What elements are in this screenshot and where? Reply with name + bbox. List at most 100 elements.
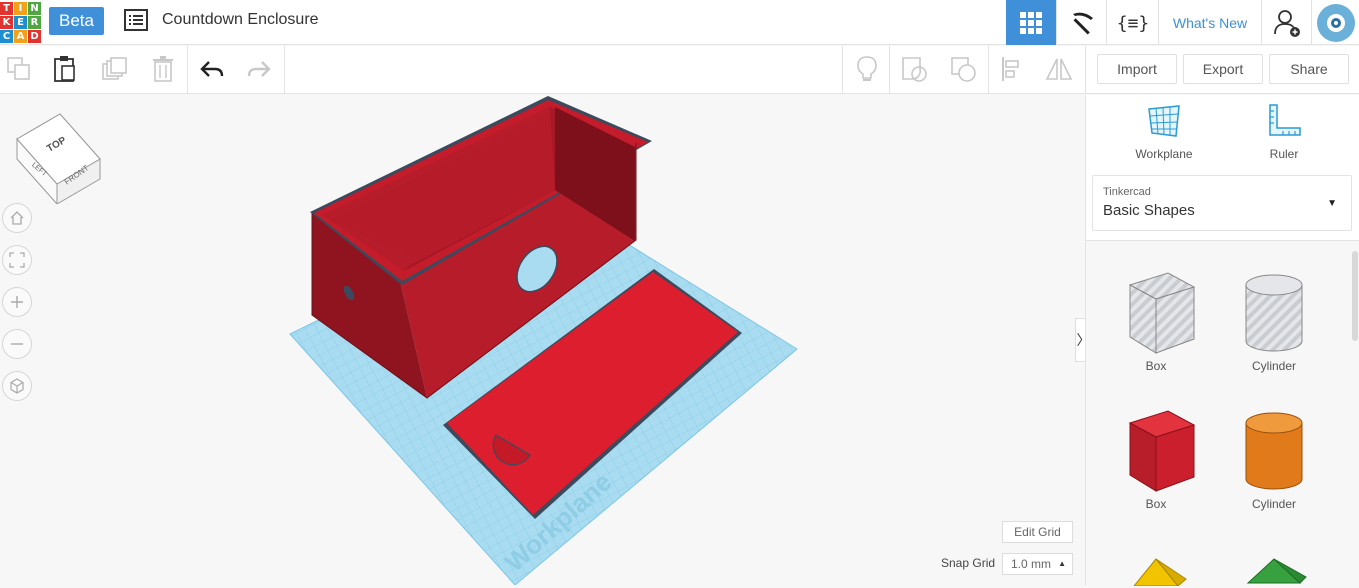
snap-grid-label: Snap Grid bbox=[941, 556, 996, 570]
logo-letter: A bbox=[14, 30, 27, 43]
delete-button[interactable] bbox=[148, 54, 178, 84]
pickaxe-icon bbox=[1072, 12, 1093, 34]
home-view-button[interactable] bbox=[2, 203, 32, 233]
user-avatar[interactable] bbox=[1311, 0, 1359, 45]
duplicate-button[interactable] bbox=[100, 54, 130, 84]
grid-icon bbox=[1020, 11, 1042, 34]
align-icon bbox=[1002, 57, 1019, 81]
scene-canvas[interactable]: Workplane bbox=[0, 95, 1085, 585]
share-button[interactable]: Share bbox=[1269, 54, 1349, 84]
logo-letter: K bbox=[0, 16, 13, 29]
group-button[interactable] bbox=[899, 54, 929, 84]
toolbar-divider bbox=[187, 46, 188, 94]
cube-perspective-icon bbox=[10, 378, 24, 394]
shape-cylinder-solid[interactable]: Cylinder bbox=[1224, 405, 1324, 511]
logo-letter: N bbox=[28, 2, 41, 15]
3d-view-button[interactable] bbox=[1006, 0, 1056, 45]
toolbar-divider bbox=[1085, 46, 1086, 94]
export-button[interactable]: Export bbox=[1183, 54, 1263, 84]
top-bar: T I N K E R C A D Beta Countdown Enclosu… bbox=[0, 0, 1359, 45]
ungroup-icon bbox=[951, 57, 976, 82]
group-icon bbox=[902, 57, 927, 82]
shape-roof[interactable] bbox=[1106, 541, 1206, 588]
code-blocks-button[interactable]: {≡} bbox=[1106, 0, 1158, 45]
view-cube[interactable]: TOP LEFT FRONT bbox=[12, 109, 107, 204]
shape-library-dropdown[interactable]: Tinkercad Basic Shapes ▼ bbox=[1092, 175, 1352, 231]
logo-letter: C bbox=[0, 30, 13, 43]
orange-cylinder-icon bbox=[1245, 412, 1303, 490]
avatar bbox=[1316, 3, 1355, 42]
edit-toolbar: Import Export Share bbox=[0, 46, 1359, 94]
ruler-label: Ruler bbox=[1269, 147, 1299, 161]
home-icon bbox=[10, 211, 24, 225]
undo-arrow-icon bbox=[200, 61, 224, 77]
red-box-icon bbox=[1128, 410, 1196, 492]
shape-label: Box bbox=[1145, 497, 1167, 511]
box-hole-icon bbox=[1128, 272, 1196, 354]
beta-badge[interactable]: Beta bbox=[49, 7, 104, 35]
logo-letter: I bbox=[14, 2, 27, 15]
duplicate-icon bbox=[102, 57, 127, 80]
workplane-label: Workplane bbox=[1135, 147, 1193, 161]
shape-label: Cylinder bbox=[1251, 497, 1296, 511]
zoom-out-button[interactable] bbox=[2, 329, 32, 359]
copy-button[interactable] bbox=[4, 54, 34, 84]
shapes-grid: Box Cylinder Box Cylinder bbox=[1086, 240, 1359, 588]
invite-user-button[interactable] bbox=[1261, 0, 1311, 45]
add-user-icon bbox=[1273, 9, 1300, 37]
library-source: Tinkercad bbox=[1103, 186, 1151, 198]
panel-scrollbar[interactable] bbox=[1352, 251, 1358, 341]
whats-new-link[interactable]: What's New bbox=[1158, 0, 1261, 45]
ruler-icon bbox=[1269, 104, 1301, 136]
plus-icon bbox=[11, 296, 23, 308]
cylinder-hole-icon bbox=[1245, 274, 1303, 352]
undo-button[interactable] bbox=[197, 54, 227, 84]
redo-arrow-icon bbox=[247, 61, 271, 77]
perspective-button[interactable] bbox=[2, 371, 32, 401]
copy-icon bbox=[7, 57, 30, 80]
lightbulb-icon bbox=[857, 56, 877, 81]
logo-letter: T bbox=[0, 2, 13, 15]
library-name: Basic Shapes bbox=[1103, 202, 1195, 219]
align-button[interactable] bbox=[997, 54, 1027, 84]
fit-view-button[interactable] bbox=[2, 245, 32, 275]
mirror-icon bbox=[1045, 58, 1073, 80]
ruler-tool[interactable]: Ruler bbox=[1234, 103, 1334, 161]
shape-box-solid[interactable]: Box bbox=[1106, 405, 1206, 511]
minus-icon bbox=[11, 343, 23, 345]
show-all-button[interactable] bbox=[852, 54, 882, 84]
logo-letter: E bbox=[14, 16, 27, 29]
zoom-in-button[interactable] bbox=[2, 287, 32, 317]
toolbar-divider bbox=[988, 46, 989, 94]
toolbar-divider bbox=[889, 46, 890, 94]
caret-up-icon: ▲ bbox=[1058, 559, 1066, 568]
design-title[interactable]: Countdown Enclosure bbox=[162, 11, 319, 29]
logo-letter: D bbox=[28, 30, 41, 43]
code-braces-icon: {≡} bbox=[1118, 13, 1148, 34]
3d-viewport[interactable]: Workplane TOP LEFT FRONT Edit Grid Snap … bbox=[0, 95, 1085, 585]
design-list-icon[interactable] bbox=[124, 9, 148, 31]
import-button[interactable]: Import bbox=[1097, 54, 1177, 84]
logo-letter: R bbox=[28, 16, 41, 29]
paste-button[interactable] bbox=[50, 54, 80, 84]
blocks-view-button[interactable] bbox=[1056, 0, 1106, 45]
shape-pyramid[interactable] bbox=[1224, 541, 1324, 588]
mirror-button[interactable] bbox=[1044, 54, 1074, 84]
trash-icon bbox=[153, 56, 173, 82]
shape-label: Box bbox=[1145, 359, 1167, 373]
robot-avatar-icon bbox=[1326, 13, 1345, 32]
workplane-icon bbox=[1148, 105, 1180, 137]
ungroup-button[interactable] bbox=[948, 54, 978, 84]
edit-grid-button[interactable]: Edit Grid bbox=[1002, 521, 1073, 543]
caret-down-icon: ▼ bbox=[1327, 198, 1337, 209]
svg-text:{≡}: {≡} bbox=[1118, 13, 1148, 34]
shapes-panel: Workplane Ruler Tinkercad Basic Shapes ▼… bbox=[1085, 95, 1359, 588]
shape-box-hole[interactable]: Box bbox=[1106, 267, 1206, 373]
shape-cylinder-hole[interactable]: Cylinder bbox=[1224, 267, 1324, 373]
toolbar-divider bbox=[842, 46, 843, 94]
green-pyramid-icon bbox=[1246, 558, 1307, 584]
redo-button[interactable] bbox=[244, 54, 274, 84]
snap-grid-select[interactable]: 1.0 mm ▲ bbox=[1002, 553, 1073, 575]
workplane-tool[interactable]: Workplane bbox=[1114, 103, 1214, 161]
tinkercad-logo[interactable]: T I N K E R C A D bbox=[0, 2, 41, 43]
